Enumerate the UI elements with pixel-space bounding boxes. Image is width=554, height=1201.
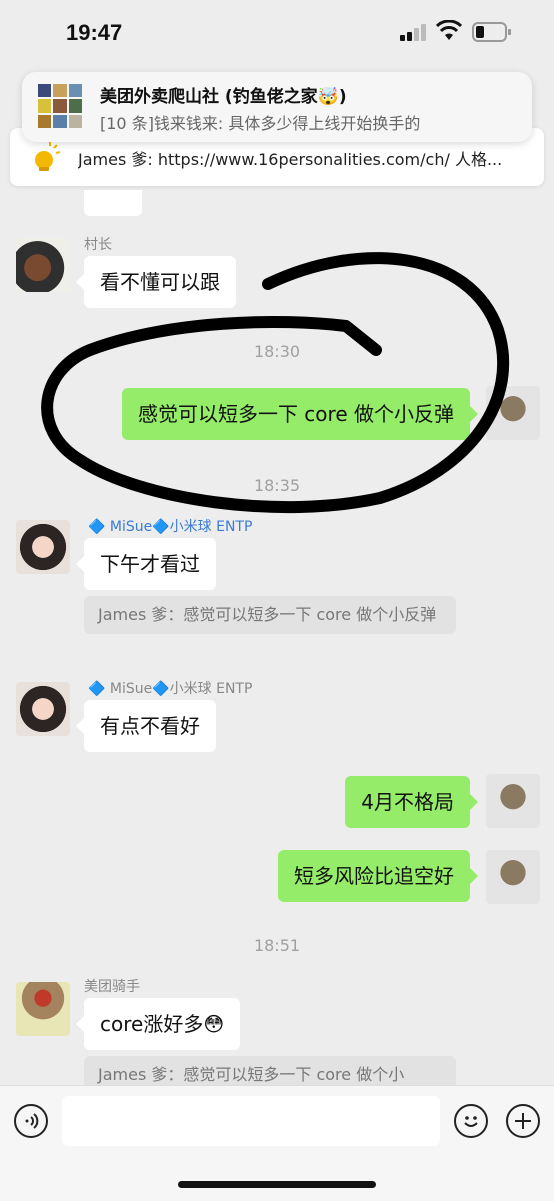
message-bubble[interactable]: 短多风险比追空好 [278, 850, 478, 902]
home-indicator[interactable] [178, 1181, 376, 1188]
avatar[interactable] [16, 982, 70, 1036]
cellular-signal-icon [400, 24, 426, 41]
pinned-text: James 爹: https://www.16personalities.com… [78, 150, 503, 169]
emoji-button[interactable] [454, 1104, 488, 1138]
message-bubble[interactable]: 有点不看好 [76, 700, 216, 752]
sender-name: 🔷 MiSue🔷小米球 ENTP [88, 681, 253, 697]
timestamp: 18:35 [253, 476, 301, 495]
quoted-message[interactable]: James 爹：感觉可以短多一下 core 做个小 [84, 1056, 456, 1085]
plus-icon [515, 1113, 531, 1129]
avatar[interactable] [16, 238, 70, 292]
chat-area[interactable]: 村长 看不懂可以跟 18:30 感觉可以短多一下 core 做个小反弹 18:3… [0, 190, 554, 1085]
notification-body: [10 条]钱来钱来: 具体多少得上线开始换手的 [100, 114, 421, 133]
avatar[interactable] [16, 682, 70, 736]
partial-message-bubble [84, 190, 142, 216]
avatar[interactable] [486, 386, 540, 440]
message-input[interactable] [62, 1096, 440, 1146]
avatar[interactable] [486, 774, 540, 828]
status-bar: 19:47 [0, 0, 554, 70]
status-time: 19:47 [66, 20, 123, 45]
lightbulb-icon [35, 142, 61, 171]
message-bubble[interactable]: 下午才看过 [76, 538, 216, 590]
avatar[interactable] [486, 850, 540, 904]
timestamp: 18:51 [253, 936, 301, 955]
message-bubble[interactable]: 看不懂可以跟 [76, 256, 236, 308]
group-avatar [38, 84, 82, 128]
voice-input-button[interactable] [14, 1104, 48, 1138]
sender-name: 村长 [84, 237, 112, 253]
voice-icon [25, 1113, 39, 1129]
wifi-icon [436, 20, 462, 40]
sender-name: 🔷 MiSue🔷小米球 ENTP [88, 519, 253, 535]
timestamp: 18:30 [253, 342, 301, 361]
avatar[interactable] [16, 520, 70, 574]
battery-icon [472, 22, 511, 42]
more-button[interactable] [506, 1104, 540, 1138]
message-bubble[interactable]: 4月不格局 [345, 776, 478, 828]
notification-banner[interactable]: 美团外卖爬山社 (钓鱼佬之家🤯) [10 条]钱来钱来: 具体多少得上线开始换手… [22, 72, 532, 142]
quoted-message[interactable]: James 爹：感觉可以短多一下 core 做个小反弹 [84, 596, 456, 634]
sender-name: 美团骑手 [84, 979, 140, 995]
message-bubble[interactable]: 感觉可以短多一下 core 做个小反弹 [121, 388, 479, 440]
notification-title: 美团外卖爬山社 (钓鱼佬之家🤯) [100, 87, 347, 107]
emoji-icon [464, 1116, 478, 1127]
message-bubble[interactable]: core涨好多😳 [75, 998, 241, 1050]
